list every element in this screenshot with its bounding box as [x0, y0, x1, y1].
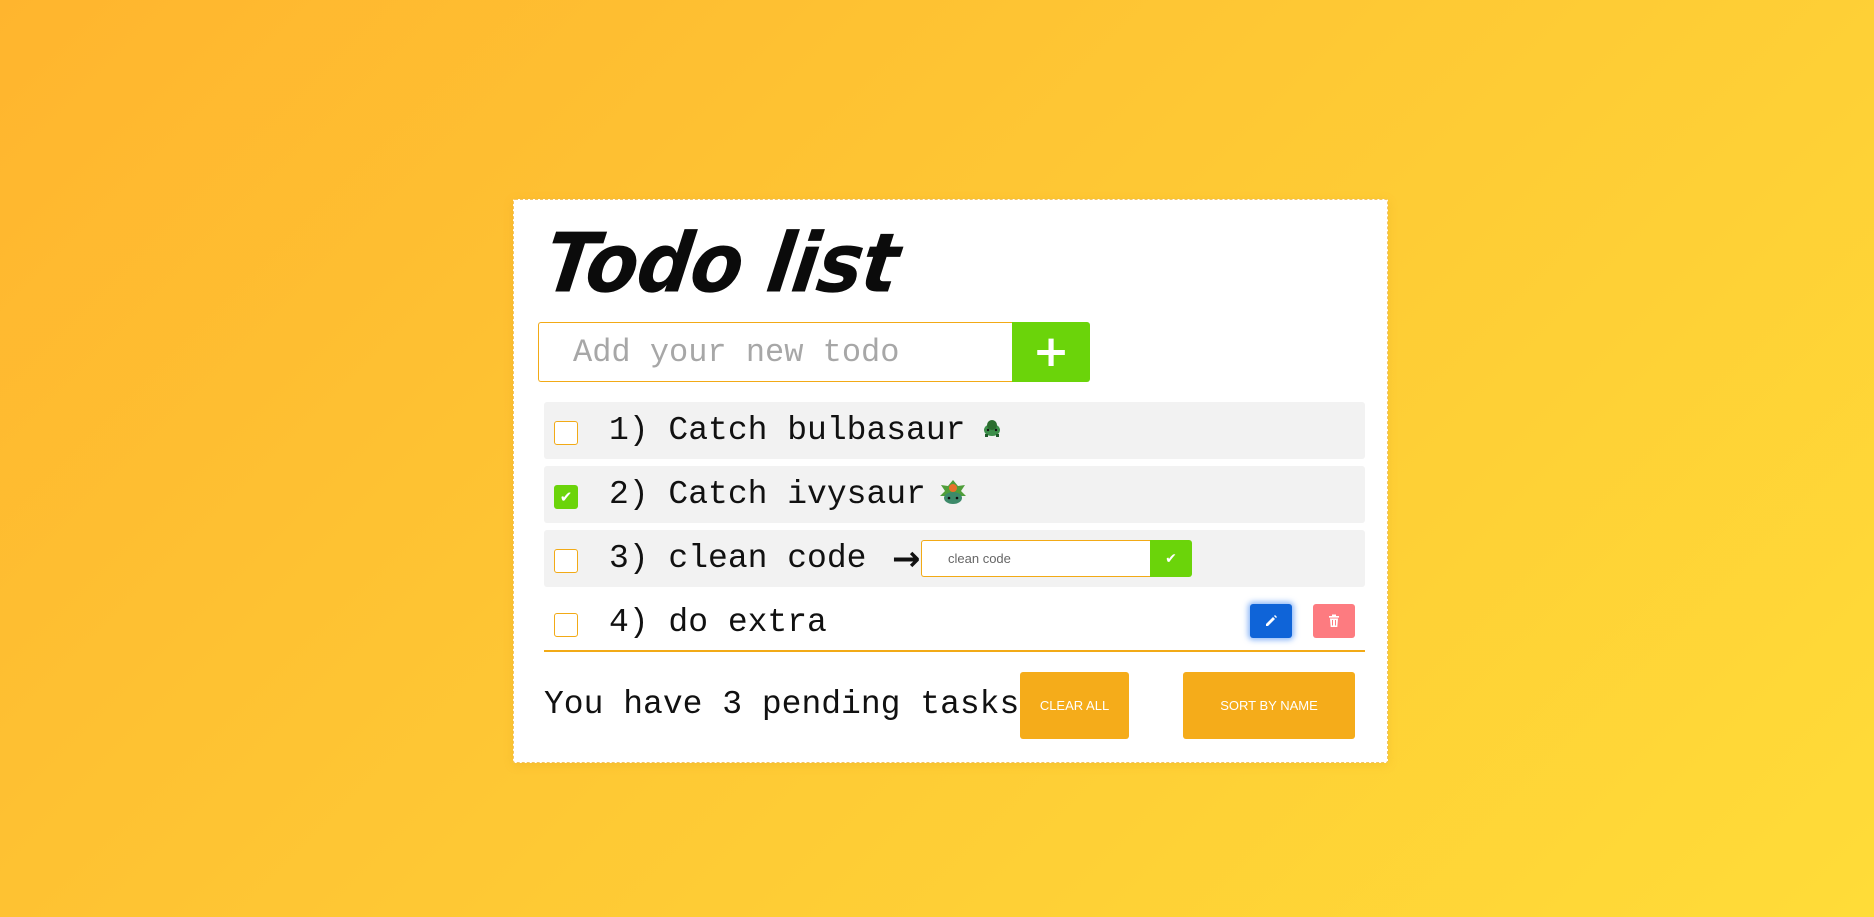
todo-checkbox[interactable]	[554, 421, 578, 445]
todo-label: 3) clean code	[609, 540, 867, 577]
add-todo-form: +	[538, 322, 1090, 382]
delete-todo-button[interactable]	[1313, 604, 1355, 638]
add-todo-button[interactable]: +	[1012, 322, 1090, 382]
sort-by-name-button[interactable]: SORT BY NAME	[1183, 672, 1355, 739]
todo-checkbox[interactable]	[554, 613, 578, 637]
todo-label: 4) do extra	[609, 604, 827, 641]
edit-todo-input[interactable]	[921, 540, 1150, 577]
todo-item: ✔ 2) Catch ivysaur	[544, 466, 1365, 523]
plus-icon: +	[1032, 326, 1070, 377]
todo-footer: You have 3 pending tasks CLEAR ALL SORT …	[544, 672, 1365, 739]
page-title: Todo list	[539, 214, 905, 311]
check-icon: ✔	[1165, 550, 1177, 567]
edit-todo-form: ✔	[921, 540, 1192, 577]
todo-checkbox[interactable]: ✔	[554, 485, 578, 509]
pending-count: You have 3 pending tasks	[544, 686, 1020, 723]
new-todo-input[interactable]	[538, 322, 1012, 382]
todo-list: 1) Catch bulbasaur ✔ 2) Catch ivysaur 3)…	[544, 402, 1365, 659]
arrow-right-icon: →	[892, 539, 921, 579]
todo-item: 3) clean code → ✔	[544, 530, 1365, 587]
todo-checkbox[interactable]	[554, 549, 578, 573]
bulbasaur-sprite-icon	[984, 420, 1000, 437]
check-icon: ✔	[559, 488, 573, 506]
pencil-icon	[1266, 615, 1277, 626]
todo-item: 1) Catch bulbasaur	[544, 402, 1365, 459]
clear-all-button[interactable]: CLEAR ALL	[1020, 672, 1129, 739]
edit-todo-button[interactable]	[1250, 604, 1292, 638]
ivysaur-sprite-icon	[940, 480, 966, 504]
todo-card: Todo list + 1) Catch bulbasaur ✔ 2) Catc…	[513, 199, 1388, 763]
todo-label: 1) Catch bulbasaur	[609, 412, 966, 449]
trash-icon	[1329, 614, 1339, 627]
confirm-edit-button[interactable]: ✔	[1150, 540, 1192, 577]
todo-label: 2) Catch ivysaur	[609, 476, 926, 513]
todo-item: 4) do extra	[544, 594, 1365, 652]
